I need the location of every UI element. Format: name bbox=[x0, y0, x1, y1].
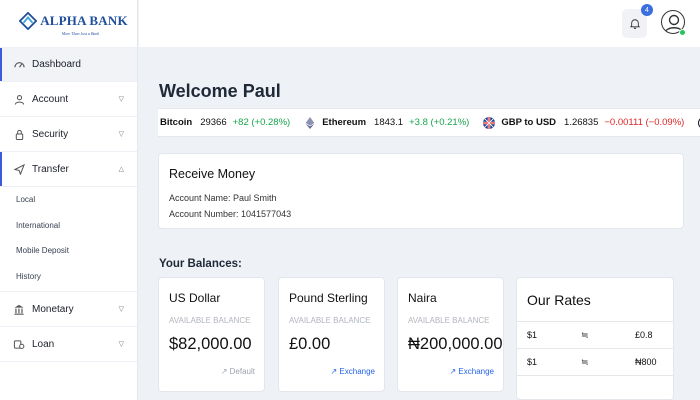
sidebar-item-label: Monetary bbox=[32, 303, 74, 315]
rates-card: Our Rates $1 ≒ £0.8 $1 ≒ ₦800 bbox=[516, 277, 674, 400]
balance-card-usd: US Dollar AVAILABLE BALANCE $82,000.00 ↗… bbox=[158, 277, 265, 392]
balance-amount: ₦200,000.00 bbox=[408, 335, 503, 353]
sidebar-item-security[interactable]: Security ▽ bbox=[0, 117, 137, 152]
available-balance-label: AVAILABLE BALANCE bbox=[408, 316, 490, 325]
sidebar-item-label: Security bbox=[32, 128, 69, 140]
ticker-name: GBP to USD bbox=[501, 117, 557, 128]
sidebar-item-label: Loan bbox=[32, 338, 55, 350]
chevron-down-icon: ▽ bbox=[118, 306, 124, 313]
market-ticker[interactable]: Bitcoin 29366 +82 (+0.28%) Ethereum 1843… bbox=[158, 108, 700, 137]
brand-tagline: More Than Just a Bank bbox=[61, 30, 100, 36]
balance-card-gbp: Pound Sterling AVAILABLE BALANCE £0.00 ↗… bbox=[278, 277, 385, 392]
approx-equal-icon: ≒ bbox=[581, 356, 589, 367]
available-balance-label: AVAILABLE BALANCE bbox=[169, 316, 251, 325]
account-name: Account Name: Paul Smith bbox=[169, 193, 277, 203]
transfer-submenu: Local International Mobile Deposit Histo… bbox=[0, 187, 137, 292]
sidebar-item-label: Account bbox=[32, 93, 69, 105]
chevron-up-icon: △ bbox=[118, 166, 124, 173]
rate-to: ₦800 bbox=[635, 357, 657, 367]
sidebar-item-dashboard[interactable]: Dashboard bbox=[0, 47, 137, 82]
ticker-price: 1.26835 bbox=[564, 117, 599, 128]
ticker-name: Bitcoin bbox=[160, 117, 193, 128]
sidebar-item-label: Transfer bbox=[32, 163, 69, 175]
currency-name: US Dollar bbox=[169, 291, 221, 305]
sidebar-item-transfer[interactable]: Transfer △ bbox=[0, 152, 137, 187]
chevron-down-icon: ▽ bbox=[118, 131, 124, 138]
welcome-prefix: Welcome bbox=[159, 81, 238, 101]
brand-name: ALPHA BANK bbox=[40, 12, 128, 28]
balance-card-ngn: Naira AVAILABLE BALANCE ₦200,000.00 ↗ Ex… bbox=[397, 277, 504, 392]
online-status-dot bbox=[679, 29, 686, 36]
notification-count-badge: 4 bbox=[641, 4, 653, 16]
sidebar-item-account[interactable]: Account ▽ bbox=[0, 82, 137, 117]
rates-title: Our Rates bbox=[517, 278, 673, 322]
logo-mark-icon bbox=[19, 11, 38, 30]
ticker-price: 29366 bbox=[200, 117, 227, 128]
ticker-price: 1843.1 bbox=[374, 117, 404, 128]
balance-amount: $82,000.00 bbox=[169, 335, 252, 353]
user-icon bbox=[13, 93, 25, 105]
welcome-user-name: Paul bbox=[242, 81, 281, 101]
ticker-name: Ethereum bbox=[322, 117, 367, 128]
rate-row: $1 ≒ £0.8 bbox=[517, 322, 673, 349]
submenu-item-mobile-deposit[interactable]: Mobile Deposit bbox=[0, 238, 137, 264]
submenu-item-local[interactable]: Local bbox=[0, 187, 137, 213]
bank-logo[interactable]: ALPHA BANK More Than Just a Bank bbox=[0, 0, 137, 47]
account-number: Account Number: 1041577043 bbox=[169, 209, 292, 219]
loan-icon bbox=[13, 338, 25, 350]
exchange-button[interactable]: ↗ Exchange bbox=[449, 367, 494, 376]
currency-name: Pound Sterling bbox=[289, 291, 368, 305]
balance-amount: £0.00 bbox=[289, 335, 331, 353]
sidebar-item-loan[interactable]: Loan ▽ bbox=[0, 327, 137, 362]
submenu-item-international[interactable]: International bbox=[0, 213, 137, 239]
sidebar-item-monetary[interactable]: Monetary ▽ bbox=[0, 292, 137, 327]
ticker-change: −0.00111 (−0.09%) bbox=[604, 117, 685, 128]
bank-icon bbox=[13, 303, 25, 315]
rate-to: £0.8 bbox=[635, 330, 653, 340]
page-title: Welcome Paul bbox=[159, 81, 281, 102]
ticker-item-gbp-usd[interactable]: GBP to USD 1.26835 −0.00111 (−0.09%) bbox=[483, 116, 685, 129]
dashboard-icon bbox=[13, 59, 25, 71]
send-icon bbox=[13, 163, 25, 175]
top-bar: 4 bbox=[139, 0, 700, 47]
available-balance-label: AVAILABLE BALANCE bbox=[289, 316, 371, 325]
currency-name: Naira bbox=[408, 291, 437, 305]
default-button[interactable]: ↗ Default bbox=[221, 367, 255, 376]
rate-from: $1 bbox=[527, 357, 538, 367]
approx-equal-icon: ≒ bbox=[581, 329, 589, 340]
uk-flag-icon bbox=[483, 116, 496, 129]
lock-icon bbox=[13, 128, 25, 140]
bell-icon bbox=[629, 19, 640, 29]
ethereum-icon bbox=[304, 116, 316, 129]
ticker-item-bitcoin[interactable]: Bitcoin 29366 +82 (+0.28%) bbox=[160, 117, 290, 128]
chevron-down-icon: ▽ bbox=[118, 341, 124, 348]
ticker-change: +82 (+0.28%) bbox=[232, 117, 291, 128]
balances-title: Your Balances: bbox=[159, 258, 242, 270]
exchange-button[interactable]: ↗ Exchange bbox=[330, 367, 375, 376]
receive-money-card: Receive Money Account Name: Paul Smith A… bbox=[158, 153, 684, 229]
chevron-down-icon: ▽ bbox=[118, 96, 124, 103]
notifications-button[interactable]: 4 bbox=[622, 4, 653, 38]
ticker-change: +3.8 (+0.21%) bbox=[409, 117, 470, 128]
rate-from: $1 bbox=[527, 330, 538, 340]
sidebar-item-label: Dashboard bbox=[32, 59, 81, 70]
rate-row: $1 ≒ ₦800 bbox=[517, 349, 673, 376]
submenu-item-history[interactable]: History bbox=[0, 264, 137, 290]
ticker-item-ethereum[interactable]: Ethereum 1843.1 +3.8 (+0.21%) bbox=[304, 116, 470, 129]
receive-money-title: Receive Money bbox=[169, 167, 256, 181]
sidebar: ALPHA BANK More Than Just a Bank Dashboa… bbox=[0, 0, 138, 400]
